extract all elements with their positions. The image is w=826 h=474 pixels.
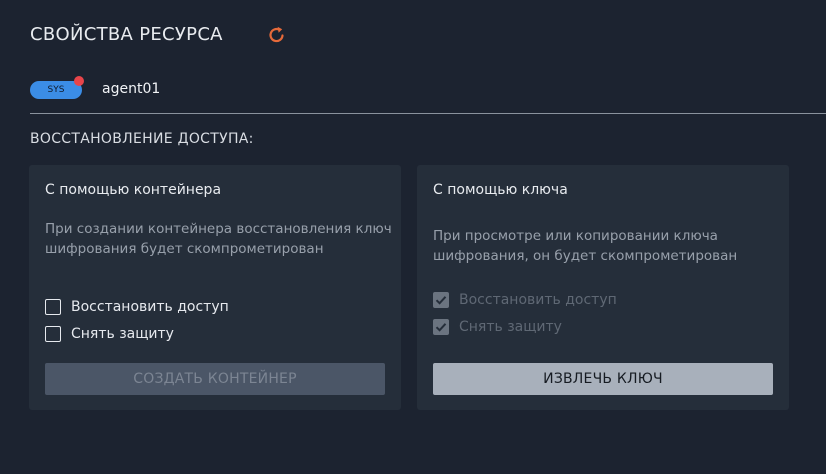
page-title: СВОЙСТВА РЕСУРСА (30, 24, 223, 45)
section-title: ВОССТАНОВЛЕНИЕ ДОСТУПА: (30, 131, 254, 147)
checkbox-label: Снять защиту (459, 319, 562, 335)
checkbox-label: Восстановить доступ (71, 299, 229, 315)
restore-access-checkbox-disabled: Восстановить доступ (433, 291, 617, 309)
remove-protection-checkbox[interactable]: Снять защиту (45, 325, 174, 343)
container-recovery-card: С помощью контейнера При создании контей… (29, 165, 401, 410)
refresh-icon[interactable] (266, 24, 288, 46)
checkbox-unchecked-icon (45, 299, 61, 315)
extract-key-button[interactable]: ИЗВЛЕЧЬ КЛЮЧ (433, 363, 773, 395)
checkbox-unchecked-icon (45, 326, 61, 342)
divider (30, 113, 826, 114)
checkbox-checked-icon (433, 319, 449, 335)
remove-protection-checkbox-disabled: Снять защиту (433, 318, 562, 336)
key-recovery-card: С помощью ключа При просмотре или копиро… (417, 165, 789, 410)
card-description: При создании контейнера восстановления к… (45, 221, 392, 257)
card-title: С помощью контейнера (45, 182, 222, 198)
resource-properties-page: СВОЙСТВА РЕСУРСА SYS agent01 ВОССТАНОВЛЕ… (0, 0, 826, 474)
restore-access-checkbox[interactable]: Восстановить доступ (45, 298, 229, 316)
resource-name: agent01 (102, 81, 161, 97)
checkbox-checked-icon (433, 292, 449, 308)
create-container-button[interactable]: СОЗДАТЬ КОНТЕЙНЕР (45, 363, 385, 395)
checkbox-label: Снять защиту (71, 326, 174, 342)
checkbox-label: Восстановить доступ (459, 292, 617, 308)
status-dot (74, 76, 84, 86)
card-title: С помощью ключа (433, 182, 568, 198)
card-description: При просмотре или копировании ключа шифр… (433, 228, 738, 264)
